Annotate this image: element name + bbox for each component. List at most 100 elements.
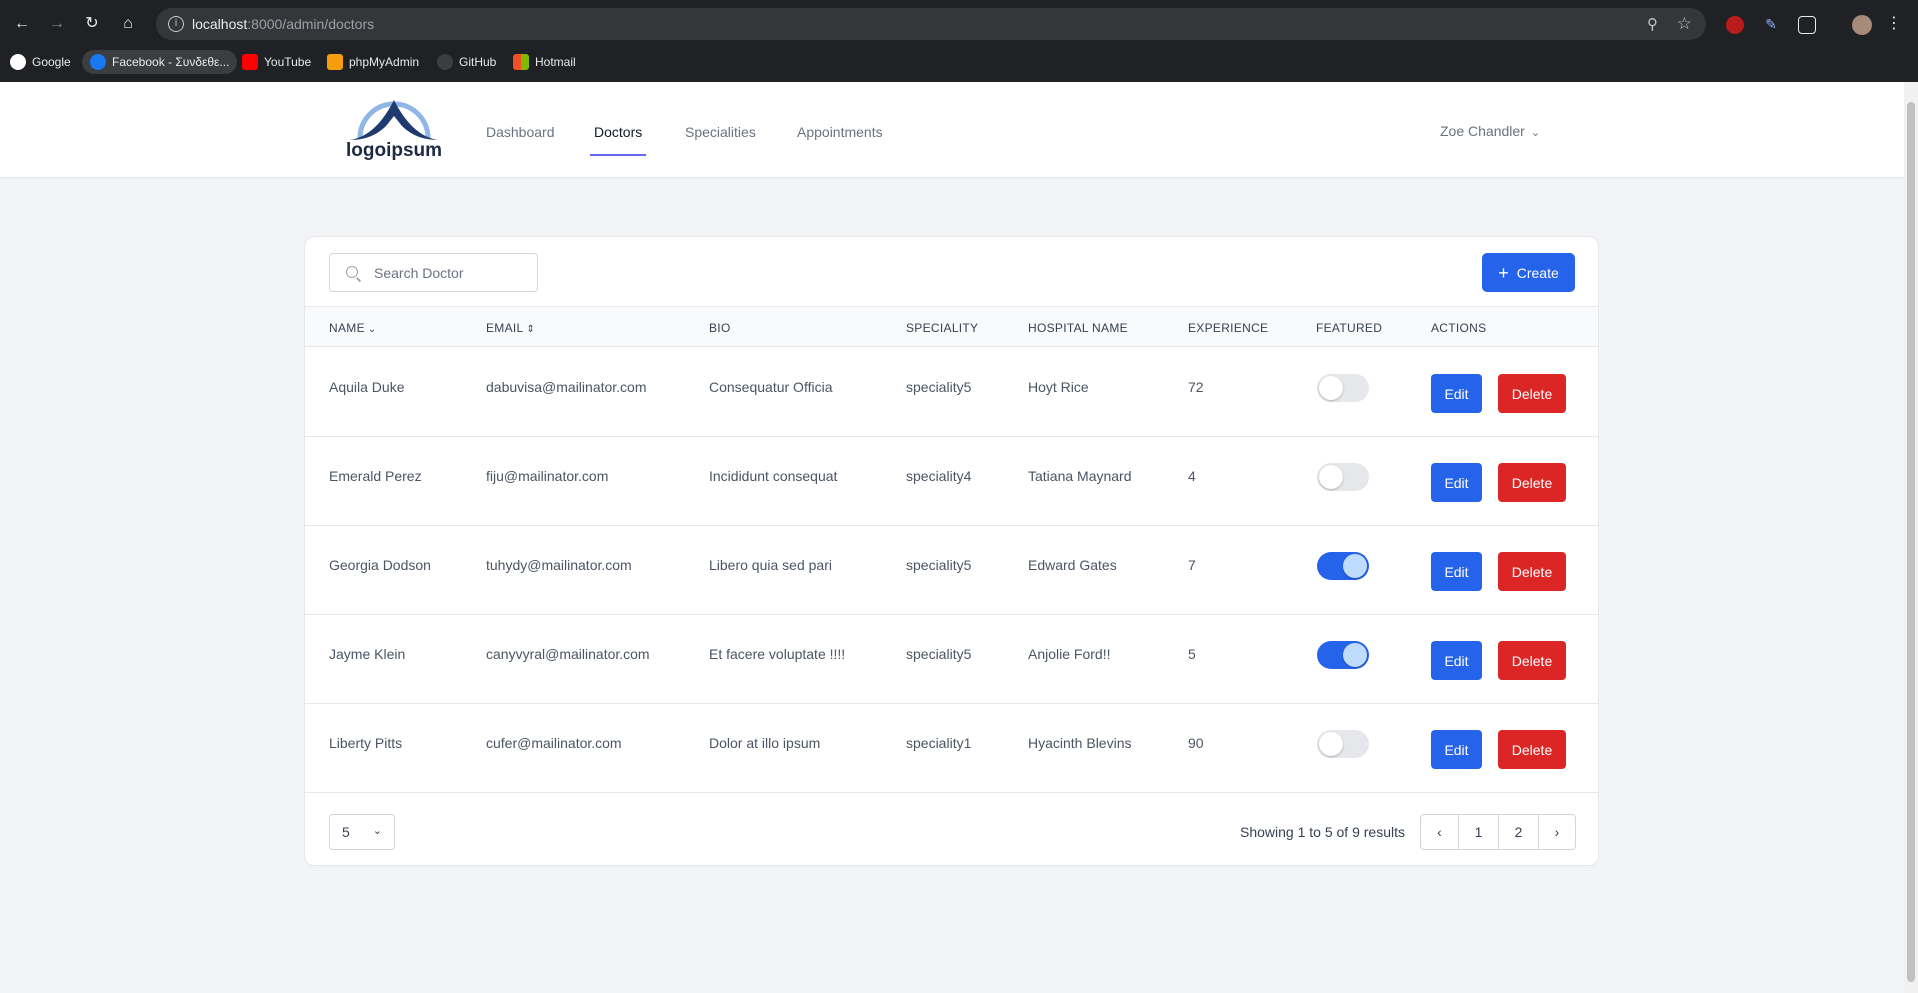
profile-avatar[interactable] [1852, 15, 1872, 35]
edit-button[interactable]: Edit [1431, 552, 1482, 591]
address-bar[interactable]: i localhost:8000/admin/doctors ⚲ ☆ [156, 8, 1706, 40]
cell-hospital: Anjolie Ford!! [1028, 646, 1111, 662]
cell-speciality: speciality4 [906, 468, 972, 484]
logo[interactable]: logoipsum [346, 96, 442, 166]
pagination: ‹ 1 2 › [1420, 814, 1576, 850]
page-button-2[interactable]: 2 [1499, 815, 1539, 849]
home-icon[interactable]: ⌂ [118, 14, 138, 34]
cell-name: Liberty Pitts [329, 735, 403, 751]
browser-toolbar: ← → ↻ ⌂ i localhost:8000/admin/doctors ⚲… [0, 4, 1918, 44]
nav-specialities[interactable]: Specialities [685, 124, 756, 140]
google-icon [10, 54, 26, 70]
doctors-card: +Create NAME⌄ EMAIL⇕ BIO SPECIALITY HOSP… [304, 236, 1599, 866]
key-icon[interactable]: ⚲ [1647, 15, 1658, 33]
cell-experience: 72 [1188, 379, 1204, 395]
nav-dashboard[interactable]: Dashboard [486, 124, 555, 140]
site-info-icon[interactable]: i [168, 16, 184, 32]
edit-button[interactable]: Edit [1431, 730, 1482, 769]
featured-toggle[interactable] [1317, 463, 1369, 491]
table-row: Aquila Duke dabuvisa@mailinator.com Conseq… [305, 348, 1598, 437]
per-page-value: 5 [342, 824, 350, 840]
header-featured: FEATURED [1316, 321, 1383, 335]
user-menu[interactable]: Zoe Chandler ⌄ [1440, 123, 1540, 139]
cell-experience: 90 [1188, 735, 1204, 751]
table-row: Georgia Dodson tuhydy@mailinator.com Liber… [305, 526, 1598, 615]
nav-doctors[interactable]: Doctors [589, 124, 647, 156]
featured-toggle[interactable] [1317, 641, 1369, 669]
sort-desc-icon: ⌄ [367, 324, 377, 335]
back-icon[interactable]: ← [12, 14, 32, 34]
bookmark-phpmyadmin[interactable]: phpMyAdmin [327, 50, 419, 74]
per-page-select[interactable]: 5 ⌄ [329, 814, 395, 850]
url-text[interactable]: localhost:8000/admin/doctors [192, 16, 374, 32]
delete-button[interactable]: Delete [1498, 374, 1566, 413]
page: logoipsum Dashboard Doctors Specialities… [0, 82, 1904, 993]
header-name[interactable]: NAME ⌄ [329, 321, 377, 335]
hotmail-icon [513, 54, 529, 70]
cell-hospital: Tatiana Maynard [1028, 468, 1132, 484]
search-input[interactable] [374, 263, 529, 283]
bookmark-youtube[interactable]: YouTube [242, 50, 311, 74]
edit-button[interactable]: Edit [1431, 463, 1482, 502]
cell-bio: Libero quia sed pari [709, 557, 832, 573]
toggle-knob [1343, 643, 1367, 667]
page-button-1[interactable]: 1 [1459, 815, 1499, 849]
header-actions: ACTIONS [1431, 321, 1487, 335]
nav-appointments[interactable]: Appointments [797, 124, 883, 140]
edit-button[interactable]: Edit [1431, 374, 1482, 413]
cell-name: Emerald Perez [329, 468, 422, 484]
cell-bio: Dolor at illo ipsum [709, 735, 821, 751]
chevron-down-icon: ⌄ [372, 825, 382, 837]
header-speciality: SPECIALITY [906, 321, 979, 335]
bookmark-github[interactable]: GitHub [437, 50, 496, 74]
cell-hospital: Hoyt Rice [1028, 379, 1089, 395]
cell-email: tuhydy@mailinator.com [486, 557, 632, 573]
ublock-extension-icon[interactable] [1726, 16, 1744, 34]
forward-icon[interactable]: → [47, 14, 67, 34]
edit-button[interactable]: Edit [1431, 641, 1482, 680]
delete-button[interactable]: Delete [1498, 641, 1566, 680]
delete-button[interactable]: Delete [1498, 552, 1566, 591]
toggle-knob [1319, 376, 1343, 400]
bookmark-star-icon[interactable]: ☆ [1677, 14, 1692, 34]
featured-toggle[interactable] [1317, 730, 1369, 758]
eyedropper-extension-icon[interactable]: ✎ [1762, 16, 1780, 34]
browser-chrome: ← → ↻ ⌂ i localhost:8000/admin/doctors ⚲… [0, 0, 1918, 82]
cell-hospital: Hyacinth Blevins [1028, 735, 1132, 751]
bookmark-facebook[interactable]: Facebook - Συνδεθε... [82, 50, 238, 74]
chevron-left-icon: ‹ [1437, 824, 1442, 840]
delete-button[interactable]: Delete [1498, 730, 1566, 769]
plus-icon: + [1498, 262, 1509, 283]
menu-kebab-icon[interactable]: ⋮ [1884, 14, 1904, 34]
cell-email: canyvyral@mailinator.com [486, 646, 650, 662]
bookmark-google[interactable]: Google [10, 50, 71, 74]
reload-icon[interactable]: ↻ [82, 14, 102, 34]
search-box[interactable] [329, 253, 538, 292]
phpmyadmin-icon [327, 54, 343, 70]
github-icon [437, 54, 453, 70]
delete-button[interactable]: Delete [1498, 463, 1566, 502]
table-header: NAME ⌄ EMAIL ⇕ BIO SPECIALITY HOSPITAL NAM… [305, 306, 1598, 347]
table-row: Jayme Klein canyvyral@mailinator.com Et fa… [305, 615, 1598, 704]
chevron-down-icon: ⌄ [1530, 127, 1541, 139]
featured-toggle[interactable] [1317, 374, 1369, 402]
youtube-icon [242, 54, 258, 70]
page-scrollbar[interactable] [1904, 82, 1918, 993]
extensions-puzzle-icon[interactable] [1798, 16, 1816, 34]
toggle-knob [1343, 554, 1367, 578]
header-email[interactable]: EMAIL ⇕ [486, 321, 535, 335]
logo-text: logoipsum [346, 140, 443, 161]
cell-experience: 4 [1188, 468, 1196, 484]
cell-speciality: speciality5 [906, 557, 972, 573]
header-experience: EXPERIENCE [1188, 321, 1269, 335]
scrollbar-thumb[interactable] [1907, 102, 1915, 982]
bookmarks-bar: Google Facebook - Συνδεθε... YouTube php… [0, 46, 1918, 76]
prev-page-button[interactable]: ‹ [1421, 815, 1459, 849]
toggle-knob [1319, 732, 1343, 756]
next-page-button[interactable]: › [1539, 815, 1575, 849]
create-button[interactable]: + Create [1482, 253, 1575, 292]
search-icon [346, 266, 358, 278]
featured-toggle[interactable] [1317, 552, 1369, 580]
table-footer: 5 ⌄ Showing 1 to 5 of 9 results ‹ 1 2 › [305, 798, 1598, 865]
bookmark-hotmail[interactable]: Hotmail [513, 50, 576, 74]
